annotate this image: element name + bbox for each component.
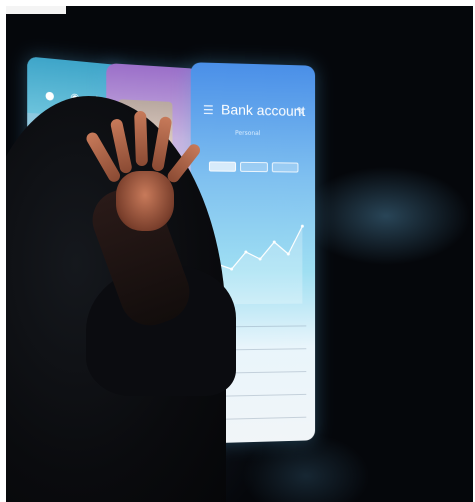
chart-point: [229, 266, 233, 270]
bank-app-title: Bank account: [221, 101, 306, 120]
bank-tab-bar: [208, 161, 299, 173]
chart-point: [286, 252, 290, 256]
chart-point: [273, 241, 277, 245]
pin-icon: ●: [45, 88, 55, 103]
chart-point: [258, 257, 262, 261]
edit-icon: ✎: [296, 104, 306, 119]
raised-hand: [116, 171, 174, 231]
bank-tab: [208, 161, 237, 172]
bank-tab: [240, 161, 268, 173]
bank-app-subtitle: Personal: [235, 129, 261, 138]
finger: [134, 110, 148, 167]
image-edge-strip: [6, 6, 66, 14]
menu-icon: ☰: [202, 102, 214, 118]
chart-point: [300, 224, 304, 228]
bank-tab: [271, 162, 299, 173]
chart-point: [244, 250, 248, 254]
photo-scene: ● ◉ ▲ ☰ Bank account ✎ Personal ▮ ⚲ ■: [6, 6, 473, 502]
